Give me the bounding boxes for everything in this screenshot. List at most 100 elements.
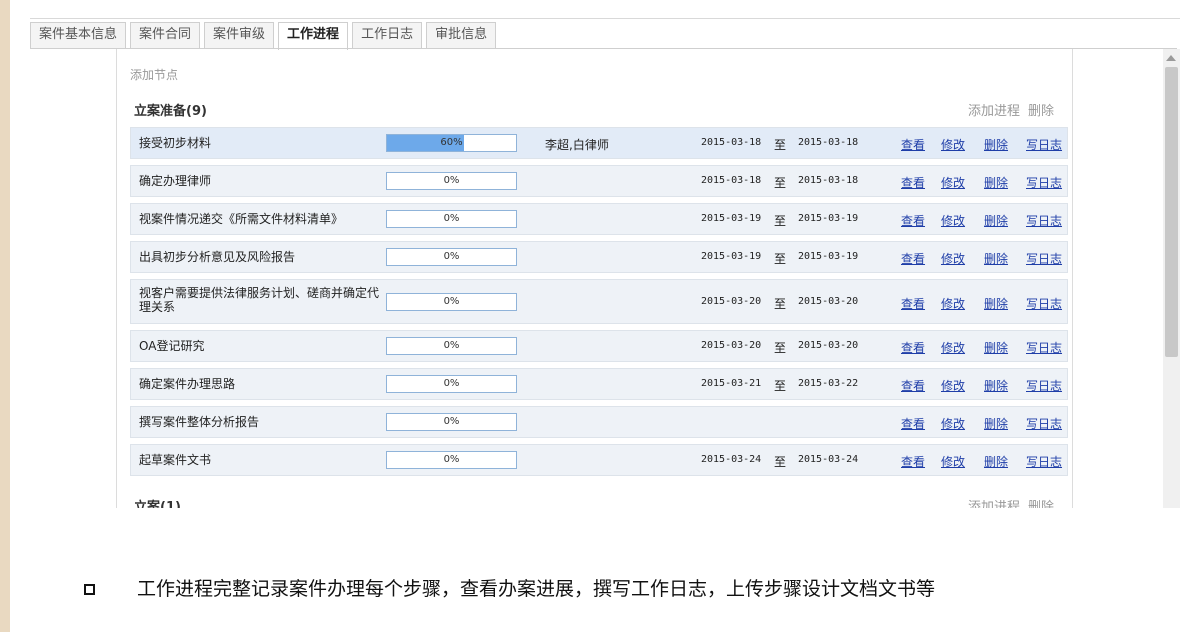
tab-work-log[interactable]: 工作日志 [352, 22, 423, 48]
tab-bar: 案件基本信息 案件合同 案件审级 工作进程 工作日志 审批信息 [30, 22, 500, 50]
left-column-divider [116, 49, 117, 508]
date-separator: 至 [774, 138, 787, 152]
task-name: 视案件情况递交《所需文件材料清单》 [139, 212, 344, 226]
feature-caption: 工作进程完整记录案件办理每个步骤，查看办案进展，撰写工作日志，上传步骤设计文档文… [137, 578, 936, 600]
write-log-link[interactable]: 写日志 [1026, 250, 1062, 267]
start-date: 2015-03-18 [701, 137, 762, 148]
view-link[interactable]: 查看 [901, 174, 925, 191]
left-decor-strip [0, 0, 10, 632]
progress-label: 0% [443, 454, 460, 465]
write-log-link[interactable]: 写日志 [1026, 377, 1062, 394]
scroll-thumb[interactable] [1165, 67, 1178, 357]
tab-case-contract[interactable]: 案件合同 [130, 22, 201, 48]
delete-link[interactable]: 删除 [984, 212, 1008, 229]
tab-case-basic-info[interactable]: 案件基本信息 [30, 22, 127, 48]
task-name: 确定案件办理思路 [139, 377, 236, 391]
progress-label: 0% [443, 340, 460, 351]
progress-bar: 0% [386, 248, 517, 266]
date-separator: 至 [774, 341, 787, 355]
progress-label: 60% [440, 137, 463, 148]
edit-link[interactable]: 修改 [941, 136, 965, 153]
progress-bar: 0% [386, 337, 517, 355]
delete-link[interactable]: 删除 [984, 453, 1008, 470]
delete-link[interactable]: 删除 [984, 174, 1008, 191]
delete-link[interactable]: 删除 [984, 339, 1008, 356]
start-date: 2015-03-18 [701, 175, 762, 186]
delete-group-link[interactable]: 删除 [1028, 496, 1054, 508]
edit-link[interactable]: 修改 [941, 339, 965, 356]
write-log-link[interactable]: 写日志 [1026, 212, 1062, 229]
tab-approval-info[interactable]: 审批信息 [426, 22, 497, 48]
view-link[interactable]: 查看 [901, 339, 925, 356]
progress-list: 添加节点 立案准备(9) 添加进程 删除 接受初步材料 60% 李超,白律师 2015… [130, 49, 1070, 508]
view-link[interactable]: 查看 [901, 377, 925, 394]
end-date: 2015-03-19 [798, 251, 859, 262]
view-link[interactable]: 查看 [901, 136, 925, 153]
write-log-link[interactable]: 写日志 [1026, 339, 1062, 356]
end-date: 2015-03-24 [798, 454, 859, 465]
add-node-link[interactable]: 添加节点 [130, 66, 178, 83]
delete-link[interactable]: 删除 [984, 136, 1008, 153]
date-separator: 至 [774, 297, 787, 311]
end-date: 2015-03-18 [798, 175, 859, 186]
edit-link[interactable]: 修改 [941, 415, 965, 432]
view-link[interactable]: 查看 [901, 453, 925, 470]
group-header: 立案准备(9) 添加进程 删除 [130, 100, 1066, 119]
edit-link[interactable]: 修改 [941, 453, 965, 470]
task-name: 接受初步材料 [139, 136, 212, 150]
scroll-up-arrow-icon[interactable] [1166, 55, 1176, 61]
write-log-link[interactable]: 写日志 [1026, 453, 1062, 470]
table-row: 视案件情况递交《所需文件材料清单》 0% 2015-03-19 至 2015-03-19… [130, 203, 1068, 235]
vertical-scrollbar[interactable] [1163, 49, 1180, 508]
write-log-link[interactable]: 写日志 [1026, 136, 1062, 153]
delete-link[interactable]: 删除 [984, 415, 1008, 432]
top-divider [30, 18, 1180, 19]
delete-link[interactable]: 删除 [984, 250, 1008, 267]
progress-bar: 60% [386, 134, 517, 152]
view-link[interactable]: 查看 [901, 295, 925, 312]
task-name: 起草案件文书 [139, 453, 212, 467]
right-column-divider [1072, 49, 1073, 508]
view-link[interactable]: 查看 [901, 415, 925, 432]
table-row: 接受初步材料 60% 李超,白律师 2015-03-18 至 2015-03-18 查看 修改… [130, 127, 1068, 159]
task-name: 确定办理律师 [139, 174, 212, 188]
add-progress-link[interactable]: 添加进程 [968, 496, 1020, 508]
task-name: 撰写案件整体分析报告 [139, 415, 260, 429]
delete-group-link[interactable]: 删除 [1028, 100, 1054, 119]
write-log-link[interactable]: 写日志 [1026, 295, 1062, 312]
delete-link[interactable]: 删除 [984, 377, 1008, 394]
progress-label: 0% [443, 378, 460, 389]
progress-bar: 0% [386, 210, 517, 228]
edit-link[interactable]: 修改 [941, 377, 965, 394]
progress-label: 0% [443, 296, 460, 307]
tab-work-progress[interactable]: 工作进程 [278, 22, 349, 50]
write-log-link[interactable]: 写日志 [1026, 415, 1062, 432]
start-date: 2015-03-20 [701, 340, 762, 351]
group-title: 立案(1) [134, 500, 181, 508]
view-link[interactable]: 查看 [901, 250, 925, 267]
progress-bar: 0% [386, 293, 517, 311]
bullet-square-icon [84, 584, 95, 595]
add-progress-link[interactable]: 添加进程 [968, 100, 1020, 119]
edit-link[interactable]: 修改 [941, 250, 965, 267]
start-date: 2015-03-19 [701, 251, 762, 262]
date-separator: 至 [774, 379, 787, 393]
delete-link[interactable]: 删除 [984, 295, 1008, 312]
edit-link[interactable]: 修改 [941, 174, 965, 191]
progress-bar: 0% [386, 375, 517, 393]
end-date: 2015-03-20 [798, 340, 859, 351]
date-separator: 至 [774, 176, 787, 190]
tab-case-level[interactable]: 案件审级 [204, 22, 275, 48]
task-name: 出具初步分析意见及风险报告 [139, 250, 296, 264]
date-separator: 至 [774, 214, 787, 228]
group-title: 立案准备(9) [134, 104, 207, 119]
edit-link[interactable]: 修改 [941, 212, 965, 229]
start-date: 2015-03-20 [701, 296, 762, 307]
edit-link[interactable]: 修改 [941, 295, 965, 312]
view-link[interactable]: 查看 [901, 212, 925, 229]
progress-bar: 0% [386, 451, 517, 469]
write-log-link[interactable]: 写日志 [1026, 174, 1062, 191]
group-header: 立案(1) 添加进程 删除 [130, 496, 1066, 508]
end-date: 2015-03-20 [798, 296, 859, 307]
table-row: 视客户需要提供法律服务计划、磋商并确定代理关系 0% 2015-03-20 至 2015… [130, 279, 1068, 324]
